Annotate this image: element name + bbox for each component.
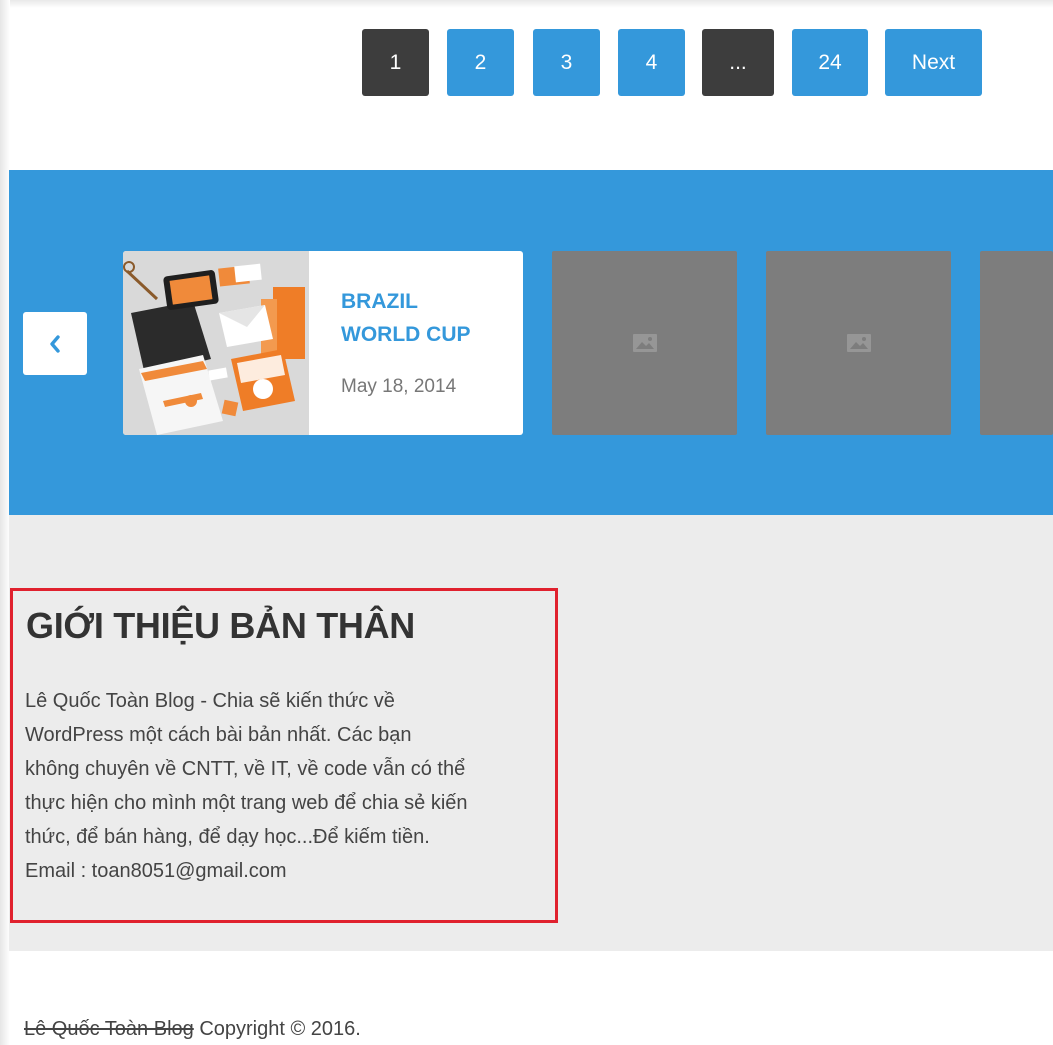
carousel-prev-button[interactable] [23, 312, 87, 375]
about-widget: GIỚI THIỆU BẢN THÂN Lê Quốc Toàn Blog - … [10, 588, 558, 923]
pagination-ellipsis: ... [702, 29, 774, 96]
footer-widget-area: GIỚI THIỆU BẢN THÂN Lê Quốc Toàn Blog - … [9, 515, 1053, 951]
post-title-link[interactable]: BRAZIL WORLD CUP [341, 285, 511, 351]
related-posts-carousel: BRAZIL WORLD CUP May 18, 2014 [9, 170, 1053, 515]
post-placeholder-tile[interactable] [766, 251, 951, 435]
post-thumbnail[interactable] [123, 251, 309, 435]
page-2-button[interactable]: 2 [447, 29, 514, 96]
about-email-line: Email : toan8051@gmail.com [25, 860, 287, 882]
page-4-button[interactable]: 4 [618, 29, 685, 96]
about-widget-text: Lê Quốc Toàn Blog - Chia sẽ kiến thức về… [25, 684, 555, 888]
pagination: 1 2 3 4 ... 24 Next [0, 29, 1053, 97]
about-text-line: thực hiện cho mình một trang web để chia… [25, 792, 468, 814]
page-3-button[interactable]: 3 [533, 29, 600, 96]
page-1-button[interactable]: 1 [362, 29, 429, 96]
footer-copyright: Copyright © 2016. [199, 1018, 361, 1040]
image-icon [846, 334, 871, 352]
image-icon [632, 334, 657, 352]
post-title-line-1: BRAZIL [341, 290, 418, 313]
post-placeholder-tile-partial[interactable] [980, 251, 1053, 435]
chevron-left-icon [50, 334, 60, 353]
stationery-mockup-image [123, 251, 309, 435]
post-placeholder-tile[interactable] [552, 251, 737, 435]
next-page-button[interactable]: Next [885, 29, 982, 96]
post-card[interactable]: BRAZIL WORLD CUP May 18, 2014 [123, 251, 523, 435]
post-title-line-2: WORLD CUP [341, 323, 471, 346]
page-24-button[interactable]: 24 [792, 29, 868, 96]
footer-site-link[interactable]: Lê Quốc Toàn Blog [24, 1018, 194, 1040]
about-widget-title: GIỚI THIỆU BẢN THÂN [26, 605, 415, 646]
about-text-line: Lê Quốc Toàn Blog - Chia sẽ kiến thức về [25, 690, 395, 712]
about-text-line: WordPress một cách bài bản nhất. Các bạn [25, 724, 412, 746]
site-footer: Lê Quốc Toàn Blog Copyright © 2016. [24, 1018, 361, 1041]
about-text-line: không chuyên về CNTT, về IT, về code vẫn… [25, 758, 466, 780]
page-top-shadow [0, 0, 1053, 8]
post-date: May 18, 2014 [341, 376, 457, 397]
about-text-line: thức, để bán hàng, để dạy học...Để kiếm … [25, 826, 430, 848]
